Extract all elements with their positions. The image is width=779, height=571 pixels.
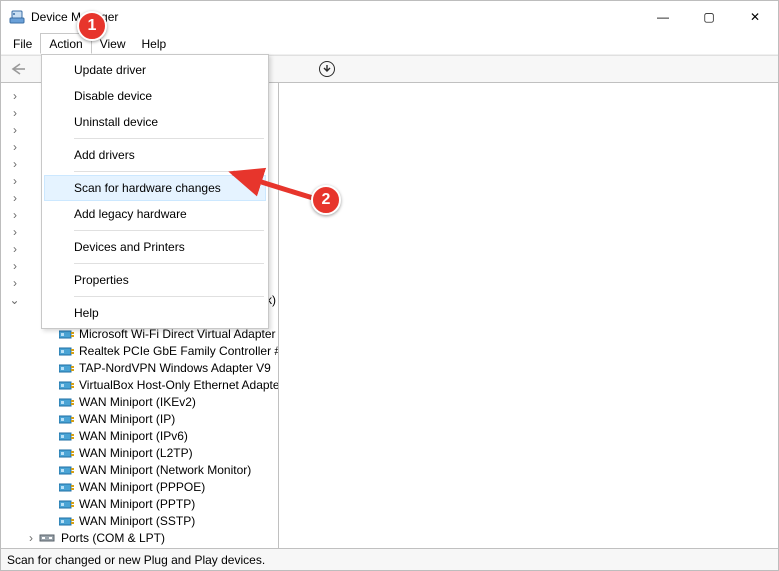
window-title: Device Manager [31, 10, 640, 24]
menu-item-devices-printers[interactable]: Devices and Printers [44, 234, 266, 260]
network-adapter-icon [59, 345, 75, 357]
callout-number: 1 [88, 17, 97, 35]
menu-item-scan-hardware[interactable]: Scan for hardware changes [44, 175, 266, 201]
menu-file[interactable]: File [5, 33, 40, 54]
status-text: Scan for changed or new Plug and Play de… [7, 553, 265, 567]
chevron-down-icon: ⌄ [9, 294, 20, 306]
annotation-callout-1: 1 [77, 11, 107, 41]
network-adapter-icon [59, 413, 75, 425]
menu-item-properties[interactable]: Properties [44, 267, 266, 293]
title-bar: Device Manager — ▢ ✕ [1, 1, 778, 33]
menu-bar: File Action View Help [1, 33, 778, 55]
network-adapter-icon [59, 328, 75, 340]
device-item[interactable]: Realtek PCIe GbE Family Controller #2 [1, 342, 278, 359]
maximize-icon: ▢ [703, 10, 714, 24]
device-label: WAN Miniport (PPTP) [79, 497, 195, 511]
network-adapter-icon [59, 498, 75, 510]
menu-item-update-driver[interactable]: Update driver [44, 57, 266, 83]
maximize-button[interactable]: ▢ [686, 1, 732, 33]
device-label: WAN Miniport (IP) [79, 412, 175, 426]
details-pane [279, 83, 778, 548]
device-item[interactable]: WAN Miniport (Network Monitor) [1, 461, 278, 478]
nav-back-button[interactable] [7, 58, 29, 80]
menu-item-disable-device[interactable]: Disable device [44, 83, 266, 109]
device-item[interactable]: VirtualBox Host-Only Ethernet Adapter [1, 376, 278, 393]
scan-icon [318, 60, 336, 78]
menu-help[interactable]: Help [134, 33, 175, 54]
device-label: WAN Miniport (IPv6) [79, 429, 188, 443]
device-label: VirtualBox Host-Only Ethernet Adapter [79, 378, 279, 392]
network-adapter-icon [59, 481, 75, 493]
device-item[interactable]: WAN Miniport (IKEv2) [1, 393, 278, 410]
annotation-callout-2: 2 [311, 185, 341, 215]
network-adapter-icon [59, 447, 75, 459]
device-label: WAN Miniport (Network Monitor) [79, 463, 251, 477]
device-label: WAN Miniport (IKEv2) [79, 395, 196, 409]
menu-separator [74, 230, 264, 231]
minimize-button[interactable]: — [640, 1, 686, 33]
chevron-right-icon: › [9, 90, 21, 102]
network-adapter-icon [59, 430, 75, 442]
device-manager-window: Device Manager — ▢ ✕ File Action View He… [0, 0, 779, 571]
network-adapter-icon [59, 379, 75, 391]
device-label: TAP-NordVPN Windows Adapter V9 [79, 361, 271, 375]
device-label: WAN Miniport (L2TP) [79, 446, 193, 460]
arrow-left-icon [10, 63, 26, 75]
status-bar: Scan for changed or new Plug and Play de… [1, 548, 778, 570]
menu-item-help[interactable]: Help [44, 300, 266, 326]
minimize-icon: — [657, 10, 669, 24]
device-item[interactable]: WAN Miniport (L2TP) [1, 444, 278, 461]
menu-separator [74, 138, 264, 139]
chevron-right-icon: › [9, 192, 21, 204]
chevron-right-icon: › [9, 107, 21, 119]
chevron-right-icon: › [9, 277, 21, 289]
menu-separator [74, 263, 264, 264]
toolbar-scan-button[interactable] [316, 58, 338, 80]
chevron-right-icon: › [9, 226, 21, 238]
menu-item-add-legacy[interactable]: Add legacy hardware [44, 201, 266, 227]
menu-item-uninstall-device[interactable]: Uninstall device [44, 109, 266, 135]
app-icon [9, 9, 25, 25]
network-adapter-icon [59, 362, 75, 374]
tree-node-label: Ports (COM & LPT) [59, 531, 167, 545]
menu-item-add-drivers[interactable]: Add drivers [44, 142, 266, 168]
chevron-right-icon: › [9, 141, 21, 153]
device-item[interactable]: WAN Miniport (PPPOE) [1, 478, 278, 495]
close-icon: ✕ [750, 10, 760, 24]
action-dropdown: Update driver Disable device Uninstall d… [41, 54, 269, 329]
device-label: WAN Miniport (PPPOE) [79, 480, 205, 494]
callout-number: 2 [322, 191, 331, 209]
chevron-right-icon: › [9, 158, 21, 170]
network-adapter-icon [59, 396, 75, 408]
device-item[interactable]: WAN Miniport (IPv6) [1, 427, 278, 444]
close-button[interactable]: ✕ [732, 1, 778, 33]
tree-node-ports[interactable]: › Ports (COM & LPT) [1, 529, 278, 546]
device-item[interactable]: WAN Miniport (PPTP) [1, 495, 278, 512]
device-item[interactable]: WAN Miniport (IP) [1, 410, 278, 427]
network-adapter-icon [59, 464, 75, 476]
ports-icon [39, 532, 55, 544]
menu-separator [74, 296, 264, 297]
chevron-right-icon: › [9, 260, 21, 272]
device-item[interactable]: TAP-NordVPN Windows Adapter V9 [1, 359, 278, 376]
chevron-right-icon: › [9, 243, 21, 255]
chevron-right-icon: › [25, 532, 37, 544]
device-label: Realtek PCIe GbE Family Controller #2 [79, 344, 279, 358]
chevron-right-icon: › [9, 209, 21, 221]
chevron-right-icon: › [9, 175, 21, 187]
device-label: WAN Miniport (SSTP) [79, 514, 195, 528]
chevron-right-icon: › [9, 124, 21, 136]
menu-separator [74, 171, 264, 172]
device-item[interactable]: WAN Miniport (SSTP) [1, 512, 278, 529]
network-adapter-icon [59, 515, 75, 527]
